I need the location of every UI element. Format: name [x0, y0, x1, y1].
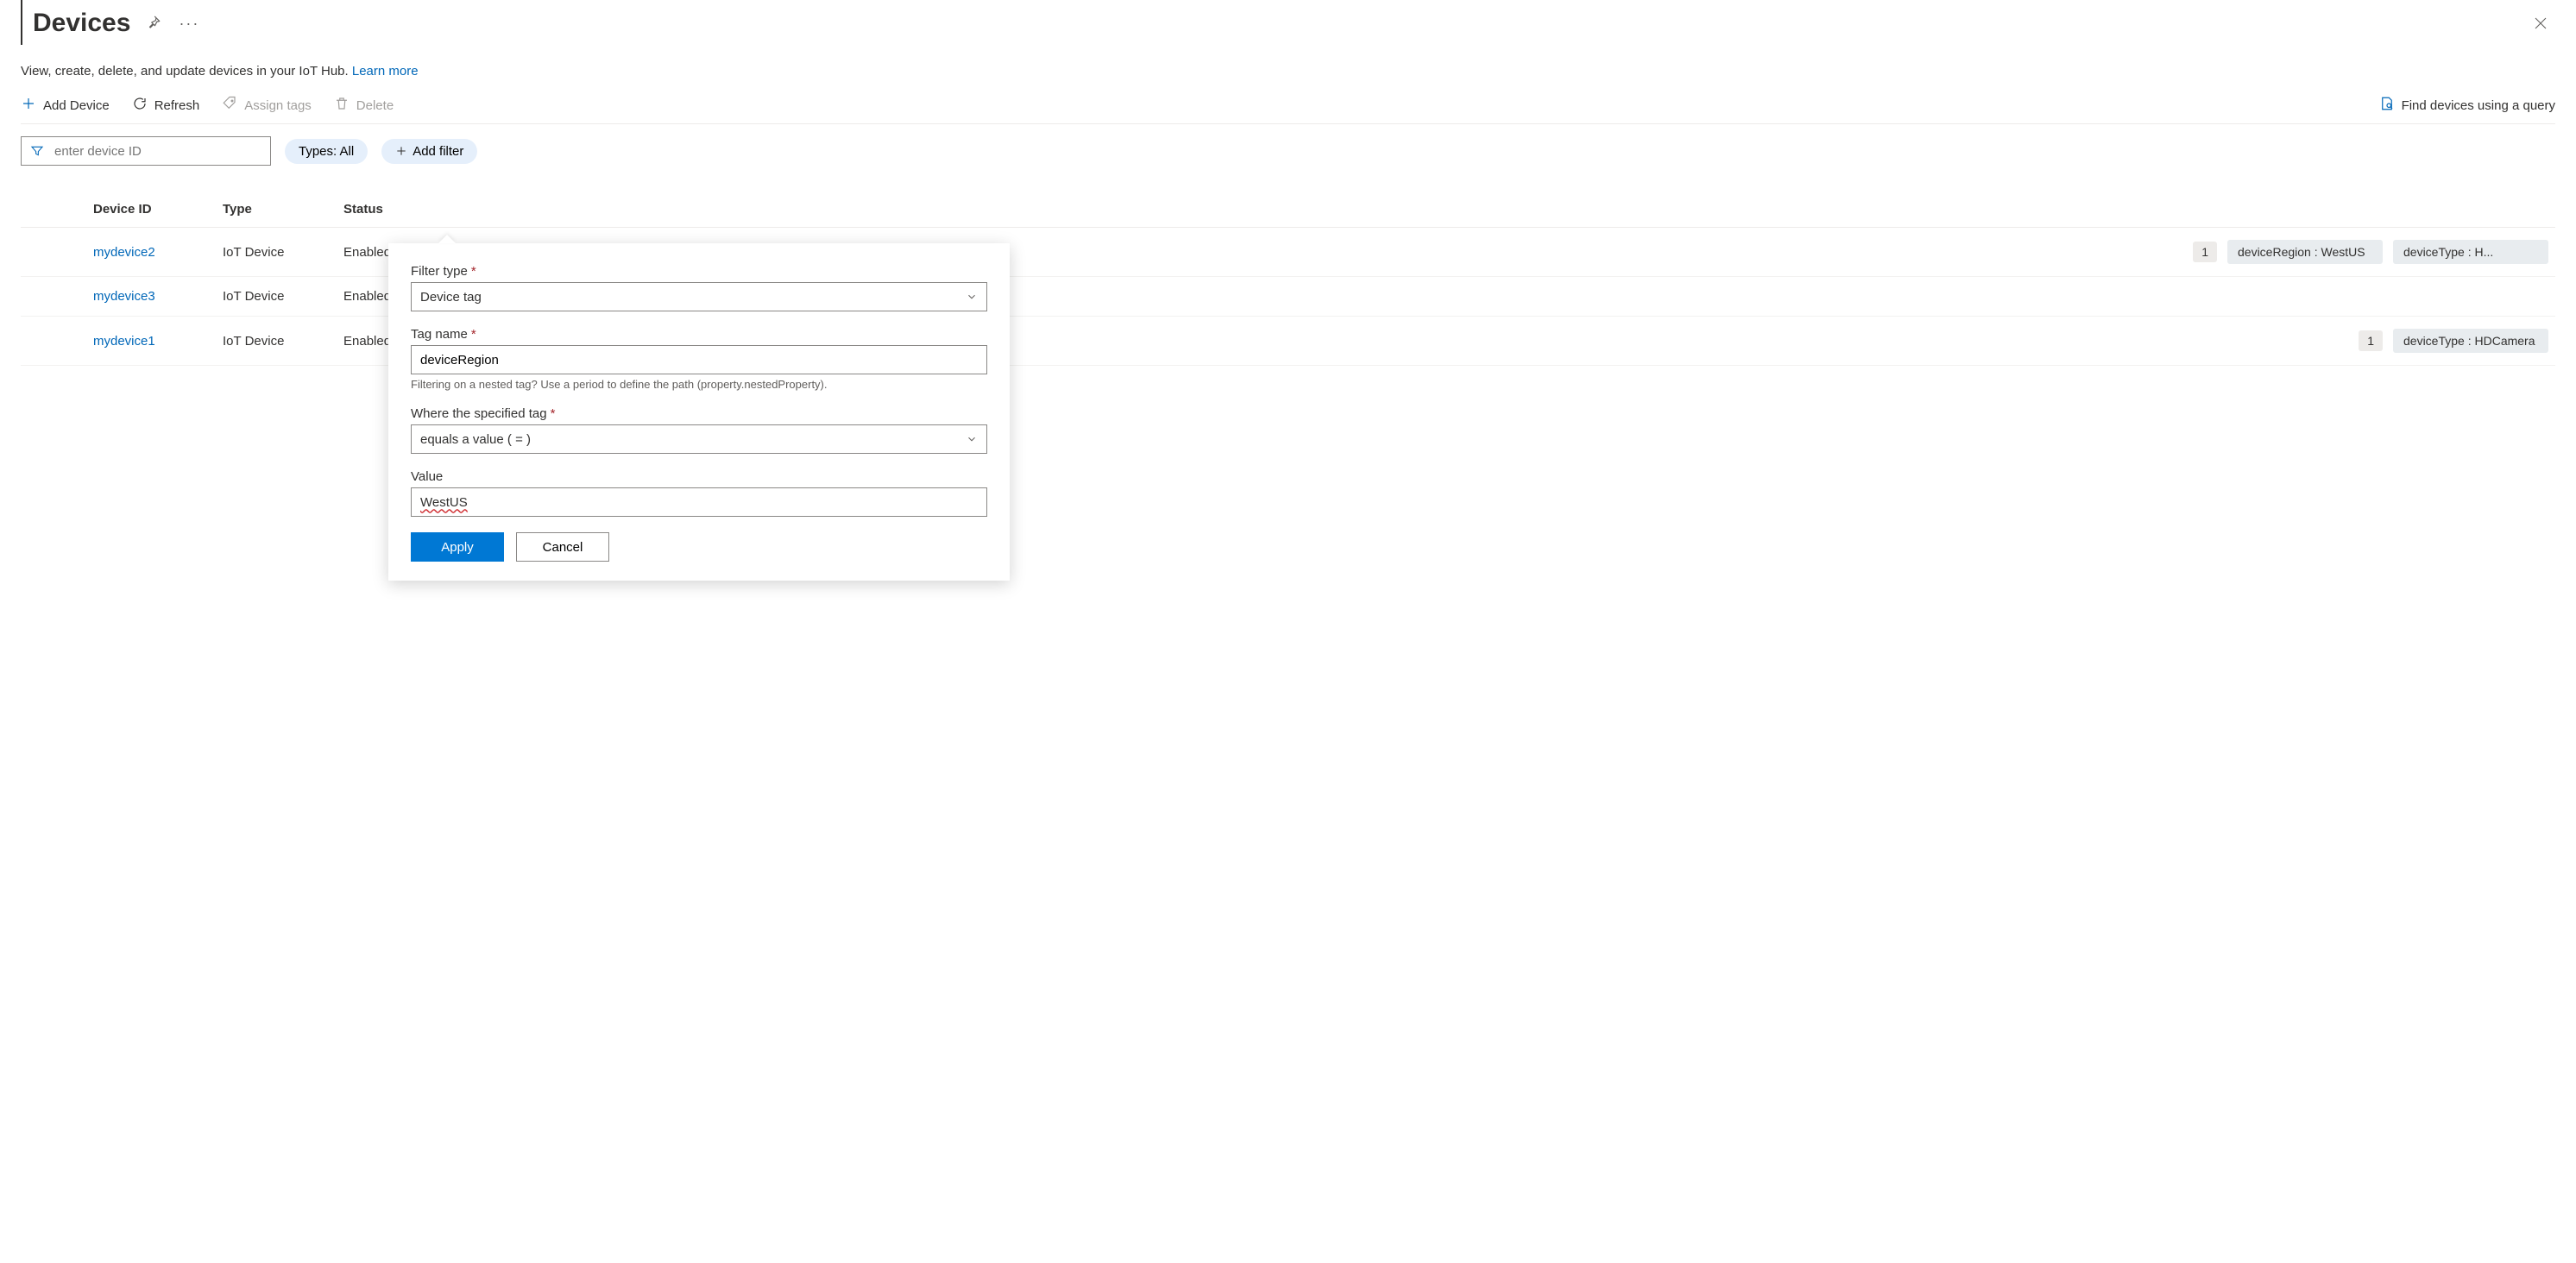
- col-header-device-id[interactable]: Device ID: [93, 202, 223, 217]
- add-filter-label: Add filter: [413, 144, 463, 159]
- find-query-button[interactable]: Find devices using a query: [2379, 96, 2555, 115]
- tag-chip[interactable]: deviceRegion : WestUS: [2227, 240, 2383, 264]
- where-value: equals a value ( = ): [420, 432, 531, 447]
- tag-name-hint: Filtering on a nested tag? Use a period …: [411, 378, 987, 391]
- value-label: Value: [411, 469, 987, 484]
- learn-more-link[interactable]: Learn more: [352, 64, 419, 79]
- table-header: Device ID Type Status: [21, 192, 2555, 228]
- plus-icon: [395, 145, 407, 157]
- tag-name-input[interactable]: [411, 345, 987, 374]
- title-bar: Devices ···: [21, 0, 2555, 45]
- more-icon[interactable]: ···: [179, 15, 199, 33]
- value-input[interactable]: WestUS: [411, 487, 987, 517]
- tag-extra-count: 1: [2359, 330, 2383, 351]
- where-label: Where the specified tag*: [411, 406, 987, 421]
- tag-icon: [222, 96, 237, 115]
- refresh-icon: [132, 96, 148, 115]
- filter-type-value: Device tag: [420, 290, 482, 305]
- device-link[interactable]: mydevice1: [93, 334, 155, 349]
- search-input-wrap[interactable]: [21, 136, 271, 166]
- add-filter-popover: Filter type* Device tag Tag name* Filter…: [388, 243, 1010, 581]
- value-input-text: WestUS: [420, 495, 468, 510]
- filter-type-select[interactable]: Device tag: [411, 282, 987, 311]
- subtitle: View, create, delete, and update devices…: [21, 64, 2555, 79]
- delete-label: Delete: [356, 98, 394, 113]
- delete-button: Delete: [334, 96, 394, 115]
- page-title: Devices: [33, 9, 130, 38]
- assign-tags-button: Assign tags: [222, 96, 312, 115]
- chevron-down-icon: [966, 291, 978, 303]
- cell-type: IoT Device: [223, 289, 343, 304]
- tag-extra-count: 1: [2193, 242, 2217, 262]
- col-header-type[interactable]: Type: [223, 202, 343, 217]
- cancel-button[interactable]: Cancel: [516, 532, 609, 562]
- where-select[interactable]: equals a value ( = ): [411, 424, 987, 454]
- plus-icon: [21, 96, 36, 115]
- pin-icon[interactable]: [146, 15, 161, 33]
- filter-row: Types: All Add filter: [21, 124, 2555, 173]
- tag-chip[interactable]: deviceType : H...: [2393, 240, 2548, 264]
- device-link[interactable]: mydevice3: [93, 289, 155, 304]
- query-icon: [2379, 96, 2395, 115]
- find-query-label: Find devices using a query: [2402, 98, 2555, 113]
- assign-tags-label: Assign tags: [244, 98, 312, 113]
- chevron-down-icon: [966, 433, 978, 445]
- toolbar: Add Device Refresh Assign tags: [21, 91, 2555, 124]
- trash-icon: [334, 96, 350, 115]
- close-icon[interactable]: [2526, 9, 2555, 38]
- col-header-status[interactable]: Status: [343, 202, 464, 217]
- device-id-search-input[interactable]: [53, 143, 261, 160]
- filter-icon: [30, 144, 44, 158]
- apply-button[interactable]: Apply: [411, 532, 504, 562]
- cell-type: IoT Device: [223, 245, 343, 260]
- types-filter-label: Types: All: [299, 144, 354, 159]
- add-device-button[interactable]: Add Device: [21, 96, 110, 115]
- cell-type: IoT Device: [223, 334, 343, 349]
- add-filter-pill[interactable]: Add filter: [381, 139, 477, 164]
- tag-name-label: Tag name*: [411, 327, 987, 342]
- tag-chip[interactable]: deviceType : HDCamera: [2393, 329, 2548, 353]
- filter-type-label: Filter type*: [411, 264, 987, 279]
- refresh-button[interactable]: Refresh: [132, 96, 200, 115]
- add-device-label: Add Device: [43, 98, 110, 113]
- types-filter-pill[interactable]: Types: All: [285, 139, 368, 164]
- refresh-label: Refresh: [154, 98, 200, 113]
- device-link[interactable]: mydevice2: [93, 245, 155, 260]
- subtitle-text: View, create, delete, and update devices…: [21, 64, 352, 79]
